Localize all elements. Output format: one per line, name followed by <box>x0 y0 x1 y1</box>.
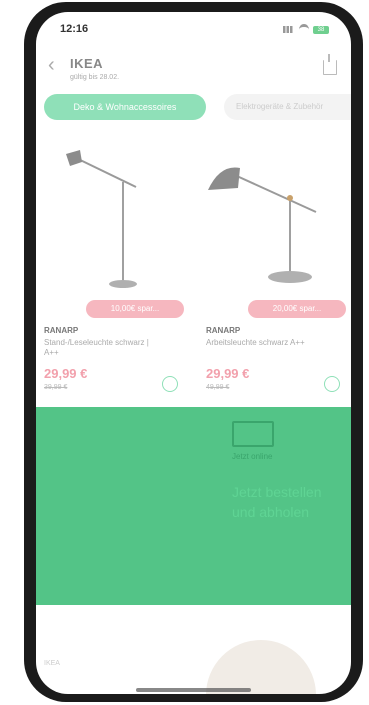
page-subtitle: gültig bis 28.02. <box>70 74 120 81</box>
page-header: ‹ IKEA gültig bis 28.02. <box>36 46 351 96</box>
work-lamp-image <box>208 167 317 283</box>
status-bar: 12:16 38 <box>36 12 351 42</box>
page-title: IKEA <box>70 56 104 71</box>
footer-label: IKEA <box>44 660 60 667</box>
product-price: 29,99 € <box>44 366 88 381</box>
product-brand: RANARP <box>206 326 241 335</box>
home-indicator <box>136 688 251 692</box>
store-logo <box>232 421 274 447</box>
add-to-list-icon[interactable] <box>162 376 178 392</box>
discount-badge: 20,00€ spar... <box>248 300 346 318</box>
chip-deko[interactable]: Deko & Wohnaccessoires <box>44 94 206 120</box>
banner-subtext: Jetzt online <box>232 452 273 461</box>
share-icon[interactable] <box>323 54 337 75</box>
signal-icon <box>283 26 295 33</box>
floor-lamp-image <box>66 150 137 288</box>
product-card[interactable]: 10,00€ spar... RANARP Stand-/Leseleuchte… <box>36 132 186 422</box>
app-screen: 12:16 38 ‹ IKEA gültig bis 28.02. Deko &… <box>36 12 351 694</box>
banner-headline: Jetzt bestellen und abholen <box>232 484 322 520</box>
product-old-price: 49,99 € <box>206 384 230 391</box>
product-description: Arbeitsleuchte schwarz A++ <box>206 338 305 347</box>
product-description: Stand-/Leseleuchte schwarz | A++ <box>44 338 149 357</box>
status-time: 12:16 <box>60 23 89 35</box>
promo-banner[interactable]: Jetzt online Jetzt bestellen und abholen <box>36 407 351 605</box>
chevron-left-icon[interactable]: ‹ <box>48 55 62 75</box>
add-to-list-icon[interactable] <box>324 376 340 392</box>
discount-badge: 10,00€ spar... <box>86 300 184 318</box>
phone-frame: 12:16 38 ‹ IKEA gültig bis 28.02. Deko &… <box>24 2 363 702</box>
product-old-price: 39,99 € <box>44 384 68 391</box>
filter-chips: Deko & Wohnaccessoires Elektrogeräte & Z… <box>44 94 351 124</box>
product-brand: RANARP <box>44 326 79 335</box>
battery-icon: 38 <box>313 25 329 34</box>
status-icons: 38 <box>283 24 329 35</box>
product-card[interactable]: 20,00€ spar... RANARP Arbeitsleuchte sch… <box>198 132 348 422</box>
chip-elektro[interactable]: Elektrogeräte & Zubehör <box>224 94 351 120</box>
product-price: 29,99 € <box>206 366 250 381</box>
wifi-icon <box>299 24 309 35</box>
product-image <box>206 640 316 694</box>
